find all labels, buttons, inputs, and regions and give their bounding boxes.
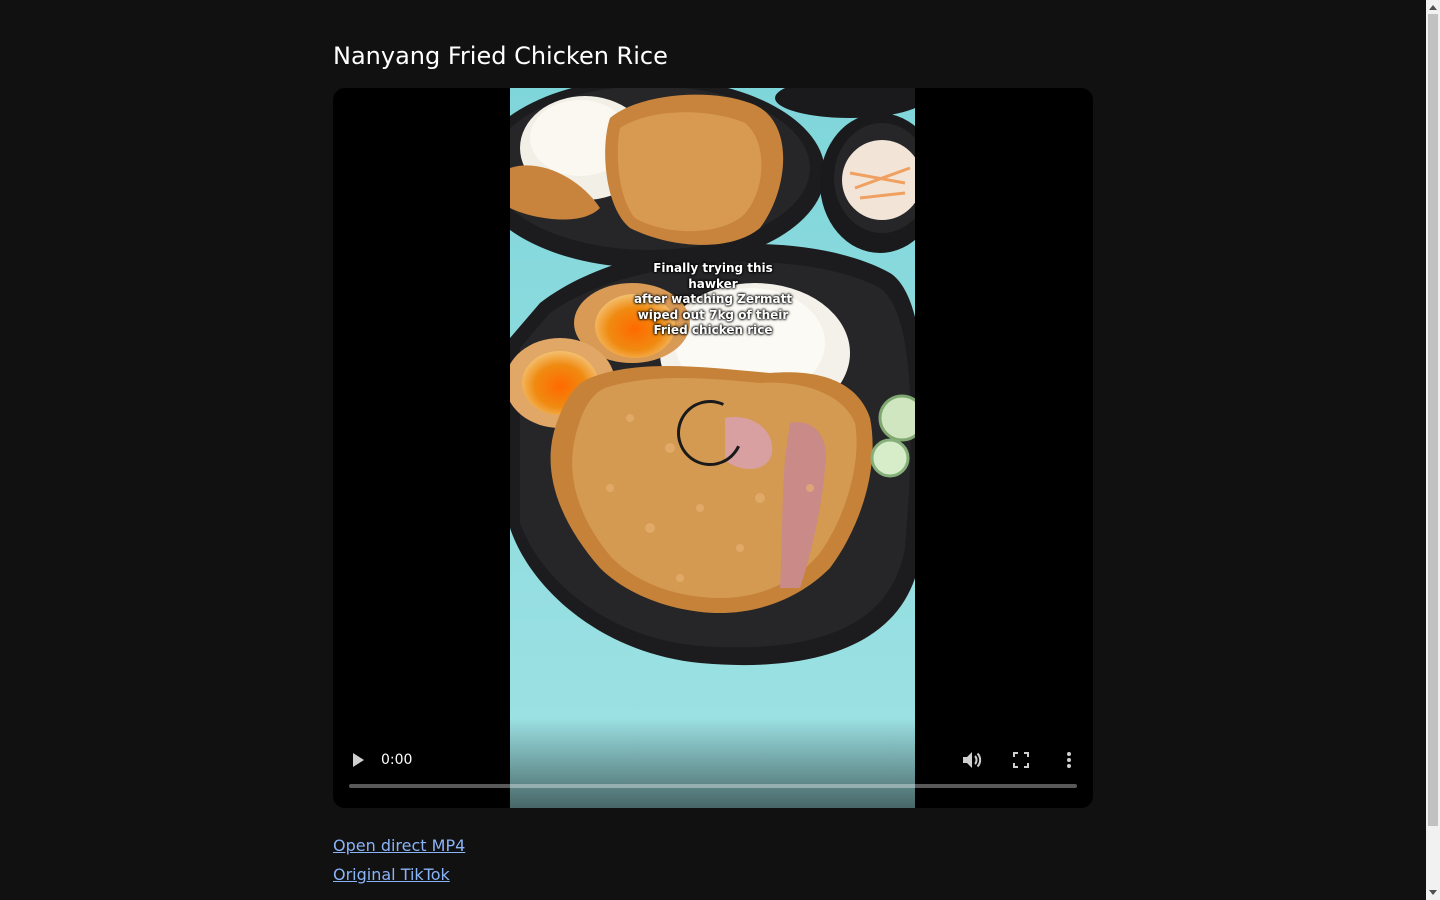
scroll-down-button[interactable]: [1426, 886, 1440, 900]
play-icon: [353, 753, 364, 767]
original-tiktok-link[interactable]: Original TikTok: [333, 863, 465, 887]
page: Nanyang Fried Chicken Rice Finally tryin…: [0, 0, 1426, 900]
open-mp4-link[interactable]: Open direct MP4: [333, 834, 465, 858]
fullscreen-button[interactable]: [1009, 748, 1033, 772]
volume-icon: [963, 752, 982, 768]
more-options-button[interactable]: [1057, 748, 1081, 772]
current-time: 0:00: [381, 752, 413, 768]
mute-button[interactable]: [959, 748, 985, 772]
link-list: Open direct MP4 Original TikTok: [333, 834, 465, 892]
video-player[interactable]: Finally trying this hawker after watchin…: [333, 88, 1093, 808]
seek-bar[interactable]: [349, 784, 1077, 788]
more-vert-icon: [1067, 752, 1071, 768]
page-title: Nanyang Fried Chicken Rice: [333, 42, 668, 70]
video-caption: Finally trying this hawker after watchin…: [633, 261, 793, 337]
chevron-up-icon: [1429, 5, 1437, 10]
play-button[interactable]: [343, 748, 373, 772]
chevron-down-icon: [1429, 890, 1437, 895]
fullscreen-icon: [1013, 752, 1029, 768]
scroll-up-button[interactable]: [1426, 0, 1440, 14]
scrollbar-thumb[interactable]: [1428, 14, 1438, 826]
vertical-scrollbar[interactable]: [1426, 0, 1440, 900]
